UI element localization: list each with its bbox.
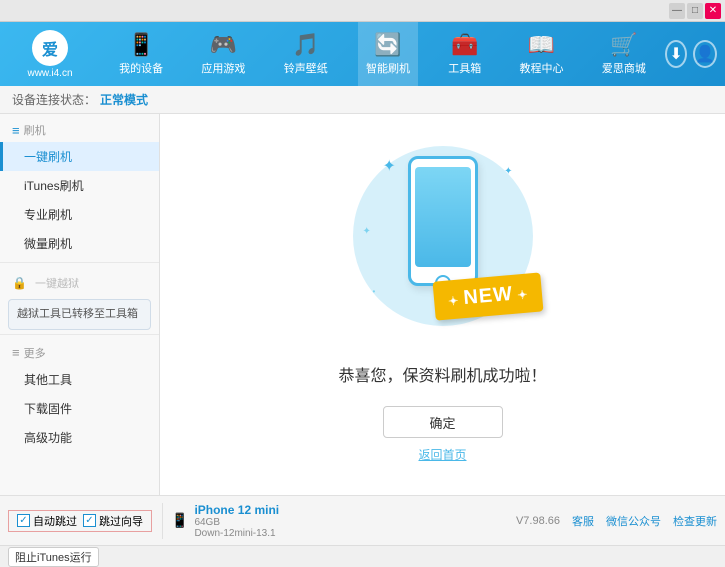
phone-illustration: ✦ ✦ ✦ • NEW <box>353 146 533 346</box>
maximize-button[interactable]: □ <box>687 3 703 19</box>
ringtone-label: 铃声壁纸 <box>284 60 328 76</box>
nav-my-device[interactable]: 📱 我的设备 <box>111 22 171 86</box>
my-device-label: 我的设备 <box>119 60 163 76</box>
sidebar-divider-2 <box>0 334 159 335</box>
bottom-right: V7.98.66 客服 微信公众号 检查更新 <box>516 513 717 529</box>
sidebar-item-advanced[interactable]: 高级功能 <box>0 423 159 452</box>
store-icon: 🛒 <box>610 32 637 58</box>
logo-area: 爱 www.i4.cn <box>0 22 100 86</box>
sidebar-item-wipe-flash[interactable]: 微量刷机 <box>0 229 159 258</box>
app-game-icon: 🎮 <box>210 32 237 58</box>
skip-wizard-label: 跳过向导 <box>99 513 143 529</box>
main-area: ≡ 刷机 一键刷机 iTunes刷机 专业刷机 微量刷机 🔒 一键越狱 越狱工具… <box>0 114 725 495</box>
bottom-device-bar: ✓ 自动跳过 ✓ 跳过向导 📱 iPhone 12 mini 64GB Down… <box>0 495 725 545</box>
checkbox-container: ✓ 自动跳过 ✓ 跳过向导 <box>8 510 152 532</box>
auto-skip-label: 自动跳过 <box>33 513 77 529</box>
check-update-link[interactable]: 检查更新 <box>673 513 717 529</box>
status-value: 正常模式 <box>100 91 148 108</box>
sparkle-1: ✦ <box>383 156 396 176</box>
jailbreak-section-label: 一键越狱 <box>35 275 79 291</box>
sparkle-3: ✦ <box>363 226 371 237</box>
smart-flash-label: 智能刷机 <box>366 60 410 76</box>
jailbreak-section-header: 🔒 一键越狱 <box>0 267 159 295</box>
logo-text: www.i4.cn <box>27 68 72 79</box>
auto-skip-checkbox[interactable]: ✓ 自动跳过 <box>17 513 77 529</box>
title-bar: — □ ✕ <box>0 0 725 22</box>
content-area: ✦ ✦ ✦ • NEW 恭喜您，保资料刷机成功啦！ 确定 返回首页 <box>160 114 725 495</box>
store-label: 爱思商城 <box>602 60 646 76</box>
jailbreak-note: 越狱工具已转移至工具箱 <box>17 308 138 320</box>
flash-section-header: ≡ 刷机 <box>0 114 159 142</box>
nav-app-game[interactable]: 🎮 应用游戏 <box>193 22 253 86</box>
more-section-label: 更多 <box>24 345 46 361</box>
stop-itunes-button[interactable]: 阻止iTunes运行 <box>8 547 99 567</box>
tutorial-label: 教程中心 <box>520 60 564 76</box>
sparkle-4: • <box>373 287 376 296</box>
user-icon[interactable]: 👤 <box>693 40 717 68</box>
ringtone-icon: 🎵 <box>292 32 319 58</box>
sidebar-item-itunes-flash[interactable]: iTunes刷机 <box>0 171 159 200</box>
skip-wizard-checkbox[interactable]: ✓ 跳过向导 <box>83 513 143 529</box>
version-label: V7.98.66 <box>516 515 560 527</box>
phone-body <box>408 156 478 286</box>
wechat-link[interactable]: 微信公众号 <box>606 513 661 529</box>
my-device-icon: 📱 <box>127 32 154 58</box>
sidebar-item-other-tools[interactable]: 其他工具 <box>0 365 159 394</box>
app-game-label: 应用游戏 <box>201 60 245 76</box>
device-name: iPhone 12 mini <box>194 503 279 517</box>
sidebar-item-one-click-flash[interactable]: 一键刷机 <box>0 142 159 171</box>
sidebar-item-download-fw[interactable]: 下载固件 <box>0 394 159 423</box>
tutorial-icon: 📖 <box>528 32 555 58</box>
close-button[interactable]: ✕ <box>705 3 721 19</box>
flash-section-icon: ≡ <box>12 123 20 138</box>
jailbreak-info-box: 越狱工具已转移至工具箱 <box>8 299 151 330</box>
toolbox-icon: 🧰 <box>451 32 478 58</box>
auto-skip-checkbox-box[interactable]: ✓ <box>17 514 30 527</box>
customer-service-link[interactable]: 客服 <box>572 513 594 529</box>
logo-icon: 爱 <box>32 30 68 66</box>
return-link[interactable]: 返回首页 <box>418 446 466 463</box>
device-info: iPhone 12 mini 64GB Down-12mini-13.1 <box>194 503 279 539</box>
device-storage: 64GB <box>194 517 279 528</box>
status-label: 设备连接状态： <box>12 91 96 108</box>
flash-section-label: 刷机 <box>24 122 46 138</box>
nav-ringtone[interactable]: 🎵 铃声壁纸 <box>276 22 336 86</box>
sidebar-item-pro-flash[interactable]: 专业刷机 <box>0 200 159 229</box>
minimize-button[interactable]: — <box>669 3 685 19</box>
header-right: ⬇ 👤 <box>665 40 725 68</box>
device-version: Down-12mini-13.1 <box>194 528 279 539</box>
sparkle-2: ✦ <box>504 166 512 177</box>
confirm-button[interactable]: 确定 <box>383 406 503 438</box>
phone-screen <box>415 167 471 267</box>
sidebar-divider-1 <box>0 262 159 263</box>
nav-smart-flash[interactable]: 🔄 智能刷机 <box>358 22 418 86</box>
nav-toolbox[interactable]: 🧰 工具箱 <box>440 22 489 86</box>
device-phone-icon: 📱 <box>171 512 188 529</box>
smart-flash-icon: 🔄 <box>374 32 401 58</box>
skip-wizard-checkbox-box[interactable]: ✓ <box>83 514 96 527</box>
more-section-header: ≡ 更多 <box>0 339 159 365</box>
toolbox-label: 工具箱 <box>448 60 481 76</box>
download-icon[interactable]: ⬇ <box>665 40 687 68</box>
nav-store[interactable]: 🛒 爱思商城 <box>594 22 654 86</box>
success-message: 恭喜您，保资料刷机成功啦！ <box>338 362 546 386</box>
device-section: 📱 iPhone 12 mini 64GB Down-12mini-13.1 <box>162 503 279 539</box>
status-bar: 设备连接状态： 正常模式 <box>0 86 725 114</box>
itunes-bar: 阻止iTunes运行 <box>0 545 725 567</box>
sidebar: ≡ 刷机 一键刷机 iTunes刷机 专业刷机 微量刷机 🔒 一键越狱 越狱工具… <box>0 114 160 495</box>
nav-items: 📱 我的设备 🎮 应用游戏 🎵 铃声壁纸 🔄 智能刷机 🧰 工具箱 📖 教程中心… <box>100 22 665 86</box>
header: 爱 www.i4.cn 📱 我的设备 🎮 应用游戏 🎵 铃声壁纸 🔄 智能刷机 … <box>0 22 725 86</box>
nav-tutorial[interactable]: 📖 教程中心 <box>512 22 572 86</box>
new-ribbon: NEW <box>433 272 544 320</box>
